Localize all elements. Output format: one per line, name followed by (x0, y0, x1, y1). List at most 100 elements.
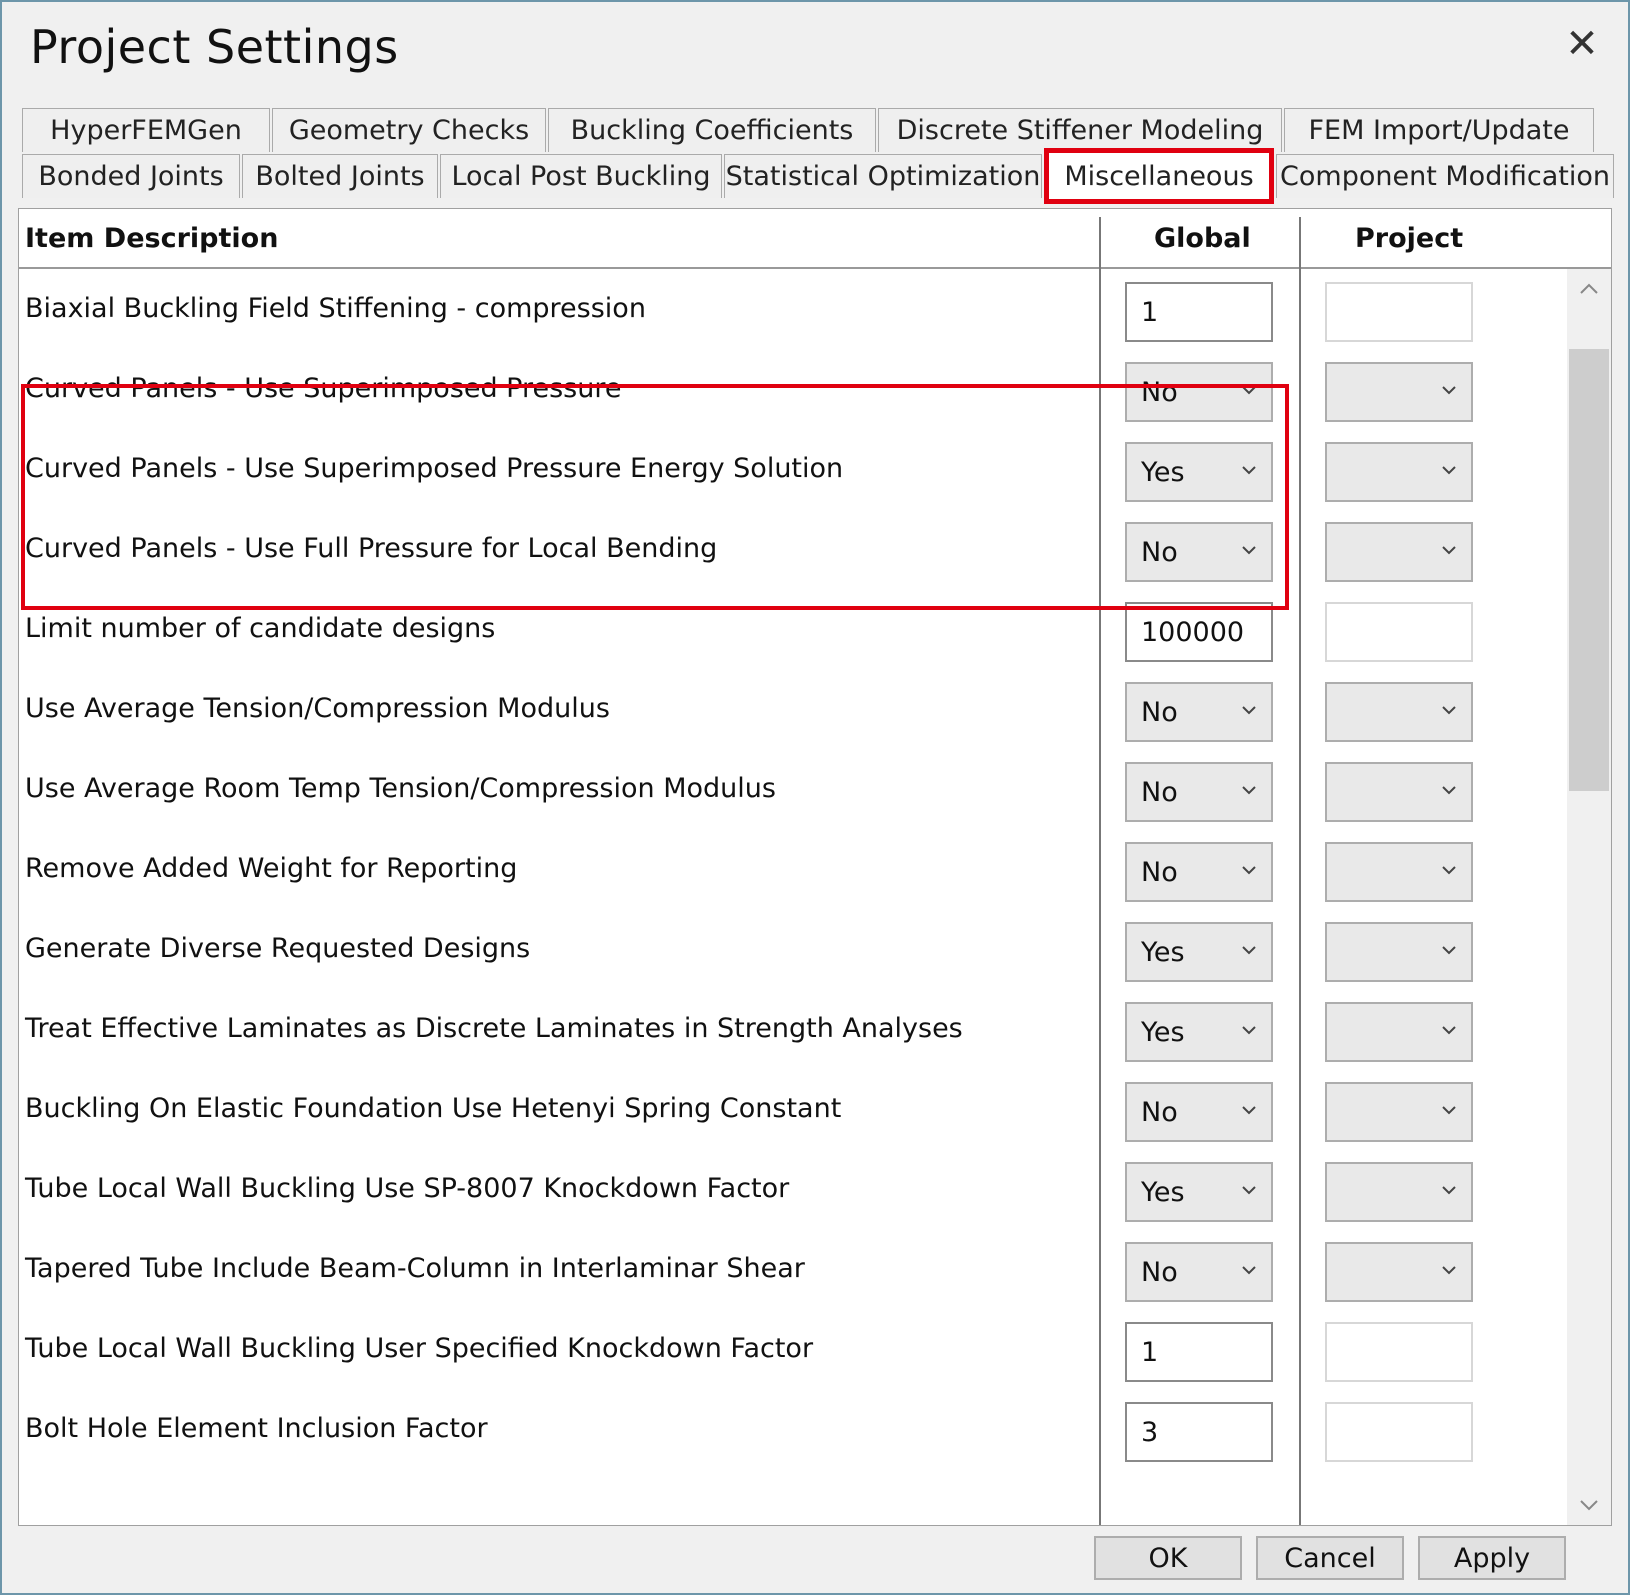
global-dropdown[interactable]: Yes (1125, 922, 1273, 982)
chevron-down-icon (1442, 1266, 1456, 1275)
row-description: Limit number of candidate designs (25, 613, 496, 644)
tab-hyperfemgen[interactable]: HyperFEMGen (22, 108, 270, 152)
tab-row-2: Bonded Joints Bolted Joints Local Post Buc… (22, 148, 1616, 204)
project-input[interactable] (1325, 1402, 1473, 1462)
row-description: Use Average Room Temp Tension/Compressio… (25, 773, 776, 804)
global-value: No (1141, 696, 1178, 728)
global-value: 1 (1141, 1336, 1159, 1368)
chevron-down-icon (1442, 706, 1456, 715)
tab-geometry-checks[interactable]: Geometry Checks (272, 108, 546, 152)
global-dropdown[interactable]: No (1125, 1082, 1273, 1142)
table-row: Tube Local Wall Buckling User Specified … (19, 1311, 1567, 1391)
tab-buckling-coefficients[interactable]: Buckling Coefficients (548, 108, 876, 152)
tab-discrete-stiffener-modeling[interactable]: Discrete Stiffener Modeling (878, 108, 1282, 152)
ok-button[interactable]: OK (1094, 1536, 1242, 1580)
global-value: No (1141, 1096, 1178, 1128)
global-input[interactable]: 1 (1125, 282, 1273, 342)
global-input[interactable]: 1 (1125, 1322, 1273, 1382)
global-value: Yes (1141, 456, 1185, 488)
header-item-description: Item Description (25, 223, 279, 254)
project-settings-dialog: Project Settings ✕ HyperFEMGen Geometry C… (0, 0, 1630, 1595)
chevron-down-icon (1242, 1266, 1256, 1275)
tab-row-1: HyperFEMGen Geometry Checks Buckling Coeff… (22, 108, 1596, 154)
table-row: Use Average Tension/Compression Modulus N… (19, 671, 1567, 751)
project-input[interactable] (1325, 282, 1473, 342)
chevron-down-icon (1442, 1186, 1456, 1195)
table-header: Item Description Global Project (19, 209, 1611, 269)
row-description: Generate Diverse Requested Designs (25, 933, 531, 964)
scrollbar-thumb[interactable] (1569, 349, 1609, 791)
global-dropdown[interactable]: No (1125, 842, 1273, 902)
apply-button[interactable]: Apply (1418, 1536, 1566, 1580)
global-input[interactable]: 3 (1125, 1402, 1273, 1462)
settings-rows: Biaxial Buckling Field Stiffening - tens… (19, 209, 1567, 1525)
row-description: Remove Added Weight for Reporting (25, 853, 518, 884)
chevron-down-icon[interactable] (1579, 1495, 1599, 1515)
row-description: Buckling On Elastic Foundation Use Heten… (25, 1093, 842, 1124)
table-row: Curved Panels - Use Superimposed Pressur… (19, 431, 1567, 511)
project-dropdown[interactable] (1325, 922, 1473, 982)
table-row: Biaxial Buckling Field Stiffening - comp… (19, 271, 1567, 351)
row-description: Curved Panels - Use Superimposed Pressur… (25, 453, 844, 484)
project-dropdown[interactable] (1325, 1162, 1473, 1222)
project-dropdown[interactable] (1325, 842, 1473, 902)
project-dropdown[interactable] (1325, 1242, 1473, 1302)
vertical-scrollbar[interactable] (1567, 267, 1611, 1525)
project-input[interactable] (1325, 1322, 1473, 1382)
chevron-down-icon (1442, 1026, 1456, 1035)
global-dropdown[interactable]: No (1125, 522, 1273, 582)
tab-statistical-optimization[interactable]: Statistical Optimization (724, 154, 1042, 198)
tab-miscellaneous[interactable]: Miscellaneous (1044, 148, 1274, 204)
global-dropdown[interactable]: No (1125, 762, 1273, 822)
global-value: 3 (1141, 1416, 1159, 1448)
project-dropdown[interactable] (1325, 1082, 1473, 1142)
global-input[interactable]: 100000 (1125, 602, 1273, 662)
chevron-down-icon (1242, 1186, 1256, 1195)
cancel-button[interactable]: Cancel (1256, 1536, 1404, 1580)
chevron-up-icon[interactable] (1579, 279, 1599, 299)
global-value: Yes (1141, 1176, 1185, 1208)
row-description: Use Average Tension/Compression Modulus (25, 693, 610, 724)
table-row: Bolt Hole Element Inclusion Factor 3 (19, 1391, 1567, 1471)
global-dropdown[interactable]: No (1125, 362, 1273, 422)
global-dropdown[interactable]: Yes (1125, 1162, 1273, 1222)
close-icon[interactable]: ✕ (1562, 24, 1602, 64)
table-row: Limit number of candidate designs 100000 (19, 591, 1567, 671)
table-row: Use Average Room Temp Tension/Compressio… (19, 751, 1567, 831)
tab-fem-import-update[interactable]: FEM Import/Update (1284, 108, 1594, 152)
chevron-down-icon (1242, 1106, 1256, 1115)
global-dropdown[interactable]: No (1125, 682, 1273, 742)
table-row: Curved Panels - Use Superimposed Pressur… (19, 351, 1567, 431)
row-description: Tapered Tube Include Beam-Column in Inte… (25, 1253, 805, 1284)
project-dropdown[interactable] (1325, 1002, 1473, 1062)
global-value: Yes (1141, 936, 1185, 968)
tab-bolted-joints[interactable]: Bolted Joints (242, 154, 438, 198)
tab-bonded-joints[interactable]: Bonded Joints (22, 154, 240, 198)
chevron-down-icon (1242, 466, 1256, 475)
chevron-down-icon (1242, 1026, 1256, 1035)
settings-panel: Biaxial Buckling Field Stiffening - tens… (18, 208, 1612, 1526)
global-dropdown[interactable]: Yes (1125, 442, 1273, 502)
project-dropdown[interactable] (1325, 522, 1473, 582)
global-dropdown[interactable]: No (1125, 1242, 1273, 1302)
global-dropdown[interactable]: Yes (1125, 1002, 1273, 1062)
table-row: Remove Added Weight for Reporting No (19, 831, 1567, 911)
project-input[interactable] (1325, 602, 1473, 662)
tab-component-modification[interactable]: Component Modification (1276, 154, 1614, 198)
project-dropdown[interactable] (1325, 362, 1473, 422)
chevron-down-icon (1242, 946, 1256, 955)
row-description: Tube Local Wall Buckling Use SP-8007 Kno… (25, 1173, 790, 1204)
project-dropdown[interactable] (1325, 762, 1473, 822)
global-value: No (1141, 856, 1178, 888)
column-divider-global (1099, 217, 1101, 1525)
table-row: Generate Diverse Requested Designs Yes (19, 911, 1567, 991)
global-value: No (1141, 776, 1178, 808)
chevron-down-icon (1442, 1106, 1456, 1115)
column-divider-project (1299, 217, 1301, 1525)
project-dropdown[interactable] (1325, 682, 1473, 742)
row-description: Tube Local Wall Buckling User Specified … (25, 1333, 814, 1364)
chevron-down-icon (1242, 386, 1256, 395)
project-dropdown[interactable] (1325, 442, 1473, 502)
tab-local-post-buckling[interactable]: Local Post Buckling (440, 154, 722, 198)
chevron-down-icon (1442, 946, 1456, 955)
